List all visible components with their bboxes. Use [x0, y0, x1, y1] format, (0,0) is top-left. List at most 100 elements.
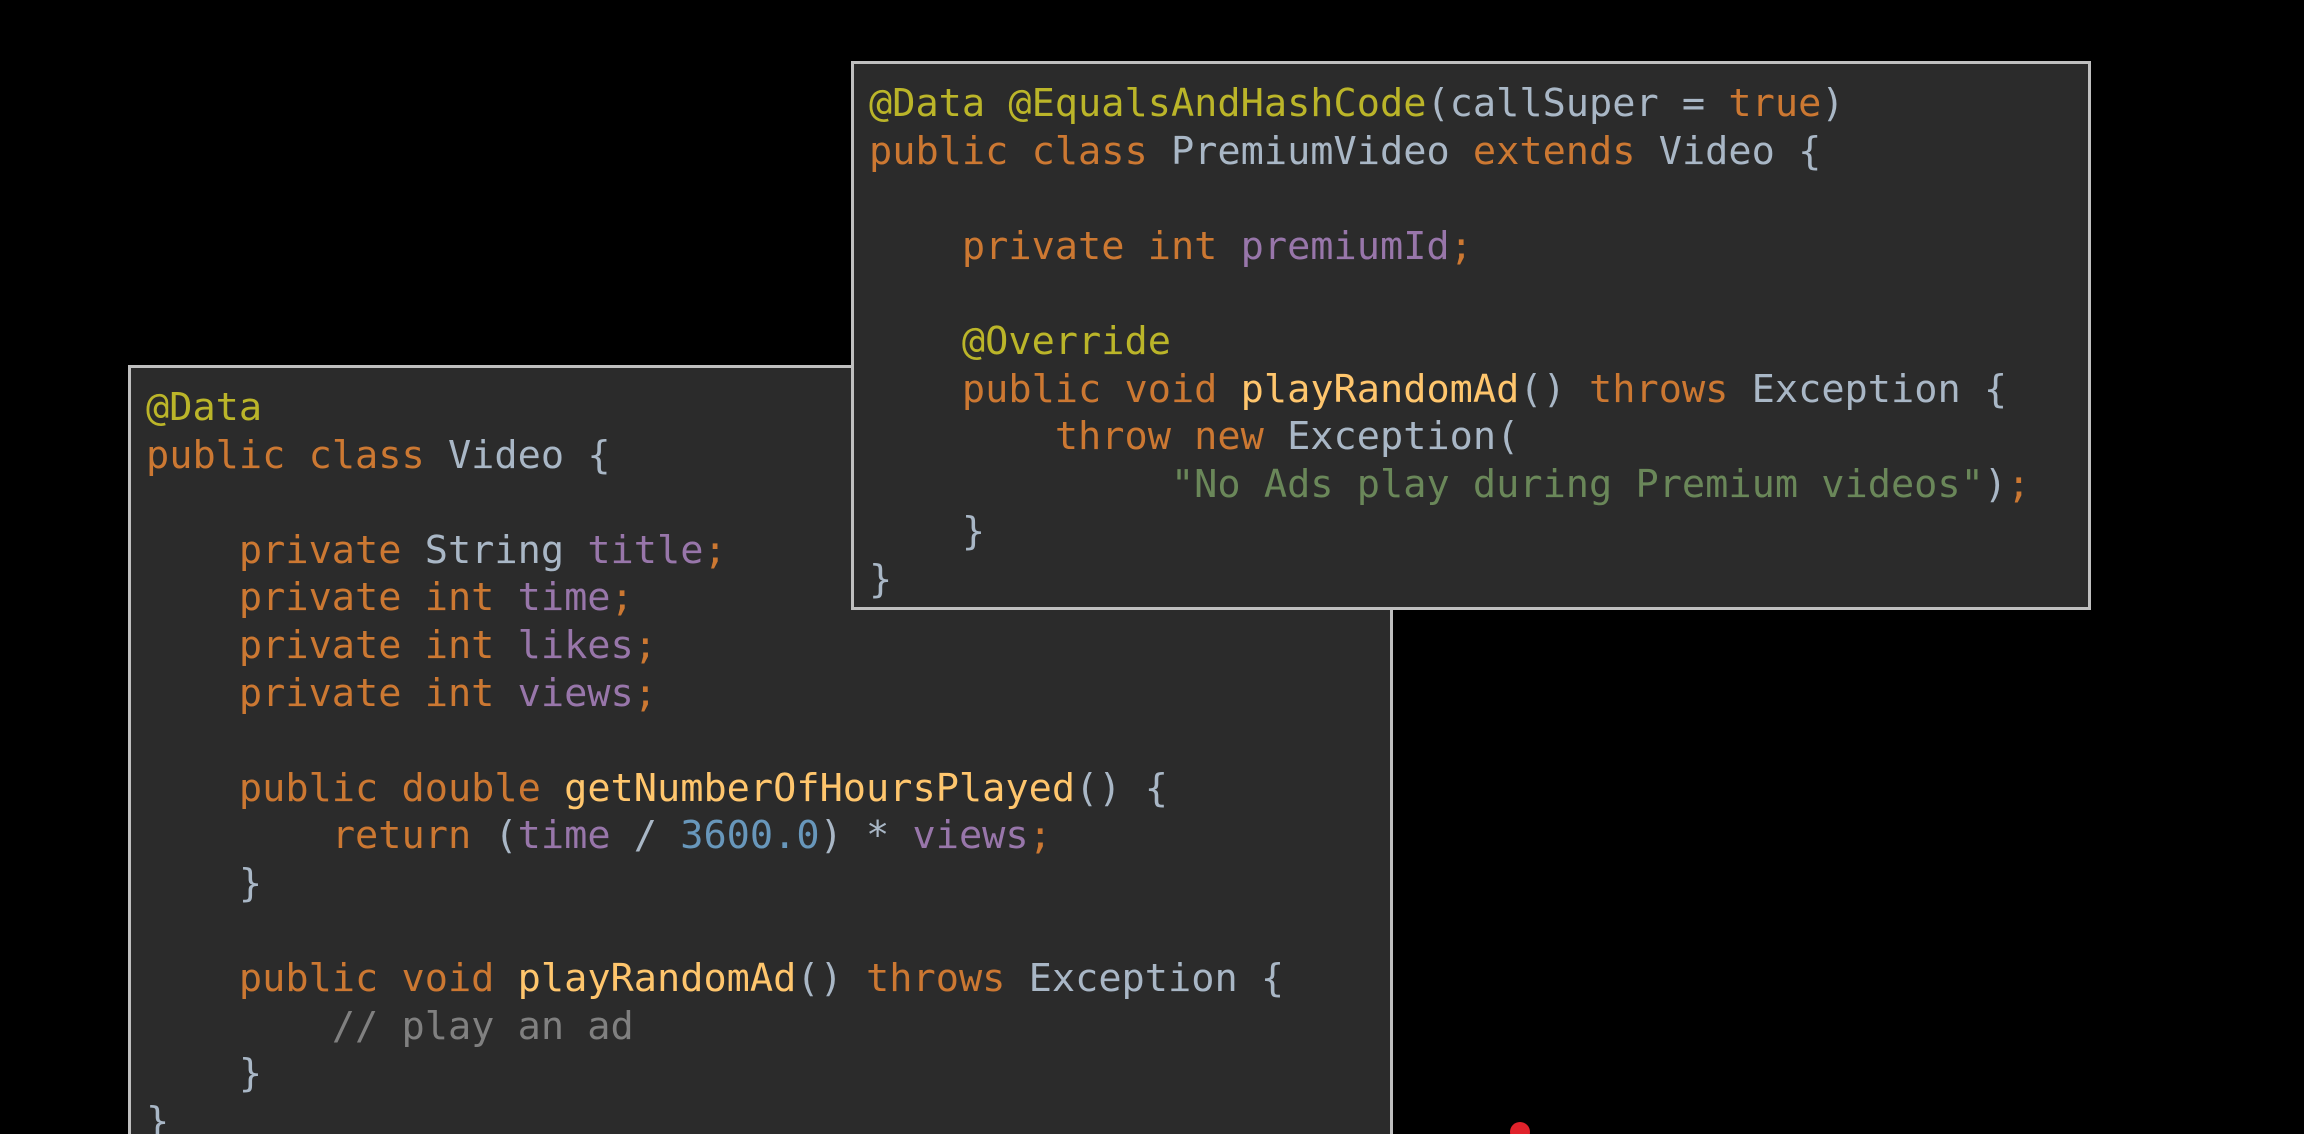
code-token: playRandomAd	[1240, 366, 1520, 412]
code-token: 3600.0	[680, 813, 820, 859]
code-token: int	[424, 575, 518, 621]
code-token: @Data	[869, 81, 1009, 126]
code-token: throws	[866, 956, 1029, 1002]
code-token: )	[1821, 81, 1845, 126]
code-token: ()	[796, 956, 867, 1002]
code-token: {	[1260, 956, 1285, 1002]
code-token: views	[912, 813, 1029, 859]
code-token: views	[517, 670, 634, 716]
code-line: }	[146, 1050, 1376, 1098]
code-token: public	[238, 956, 402, 1002]
code-token: Video	[1658, 128, 1799, 174]
code-token: ()	[1519, 366, 1590, 412]
code-token: playRandomAd	[517, 956, 797, 1002]
code-token: getNumberOfHoursPlayed	[564, 765, 1076, 811]
cursor-dot-icon	[1510, 1122, 1530, 1134]
code-line: "No Ads play during Premium videos");	[869, 461, 2074, 509]
code-token: Video	[447, 432, 588, 478]
code-line: public double getNumberOfHoursPlayed() {	[146, 765, 1376, 813]
code-token: throw	[1054, 414, 1195, 460]
code-token: ;	[703, 527, 727, 573]
code-token: public	[238, 765, 402, 811]
code-token: time	[517, 575, 611, 621]
code-line: throw new Exception(	[869, 413, 2074, 461]
code-token: ) *	[819, 813, 913, 859]
code-token: {	[1798, 128, 1822, 174]
code-line: private int likes;	[146, 622, 1376, 670]
code-token: Exception	[1751, 366, 1984, 412]
code-token: true	[1728, 81, 1822, 126]
code-token: premiumId	[1240, 223, 1450, 269]
code-token: @EqualsAndHashCode	[1008, 81, 1427, 126]
code-token: Exception	[1287, 414, 1497, 460]
code-token: int	[424, 670, 518, 716]
code-token: ;	[2007, 461, 2031, 507]
code-token: private	[961, 223, 1148, 269]
code-line: public void playRandomAd() throws Except…	[146, 955, 1376, 1003]
code-line: public void playRandomAd() throws Except…	[869, 366, 2074, 414]
code-token: void	[1124, 366, 1241, 412]
code-token: }	[146, 1051, 263, 1097]
code-token: "No Ads play during Premium videos"	[1170, 461, 1984, 507]
code-token: void	[401, 956, 518, 1002]
code-token: String	[424, 527, 588, 573]
code-token: {	[587, 432, 611, 478]
code-token: )	[1983, 461, 2008, 507]
code-token: time	[517, 813, 611, 859]
code-line: private int premiumId;	[869, 223, 2074, 271]
code-token: int	[1147, 223, 1241, 269]
code-token: (	[494, 813, 518, 859]
code-token: () {	[1075, 765, 1168, 811]
code-token: Exception	[1028, 956, 1261, 1002]
code-token: /	[610, 813, 681, 859]
code-token: }	[146, 1098, 170, 1134]
code-line: // play an ad	[146, 1003, 1376, 1051]
code-line: private int views;	[146, 670, 1376, 718]
code-token: public	[146, 432, 309, 478]
code-token: extends	[1472, 128, 1659, 174]
code-line: @Override	[869, 318, 2074, 366]
code-token: int	[424, 622, 518, 668]
code-token: {	[1983, 366, 2008, 412]
code-line: @Data @EqualsAndHashCode(callSuper = tru…	[869, 80, 2074, 128]
code-line: }	[869, 556, 2074, 604]
code-token: private	[238, 670, 425, 716]
code-token: PremiumVideo	[1170, 128, 1473, 174]
code-token: public	[869, 128, 1032, 174]
premium-video-class-code-panel: @Data @EqualsAndHashCode(callSuper = tru…	[851, 61, 2091, 610]
code-token: private	[238, 527, 425, 573]
code-token: likes	[517, 622, 634, 668]
code-token: ;	[633, 670, 657, 716]
code-token: (	[1496, 414, 1520, 460]
code-line: }	[146, 1098, 1376, 1134]
code-token: public	[961, 366, 1125, 412]
code-line: return (time / 3600.0) * views;	[146, 812, 1376, 860]
code-token: ;	[1449, 223, 1473, 269]
code-token: @Override	[961, 318, 1171, 364]
code-token: }	[869, 556, 893, 602]
code-token: double	[401, 765, 565, 811]
code-token: return	[331, 813, 495, 859]
code-token: @Data	[146, 385, 263, 430]
code-token: ;	[610, 575, 634, 621]
code-token: (callSuper =	[1426, 81, 1729, 126]
code-token: ;	[1028, 813, 1052, 859]
code-line: }	[146, 860, 1376, 908]
code-token: title	[587, 527, 704, 573]
code-token: private	[238, 575, 425, 621]
